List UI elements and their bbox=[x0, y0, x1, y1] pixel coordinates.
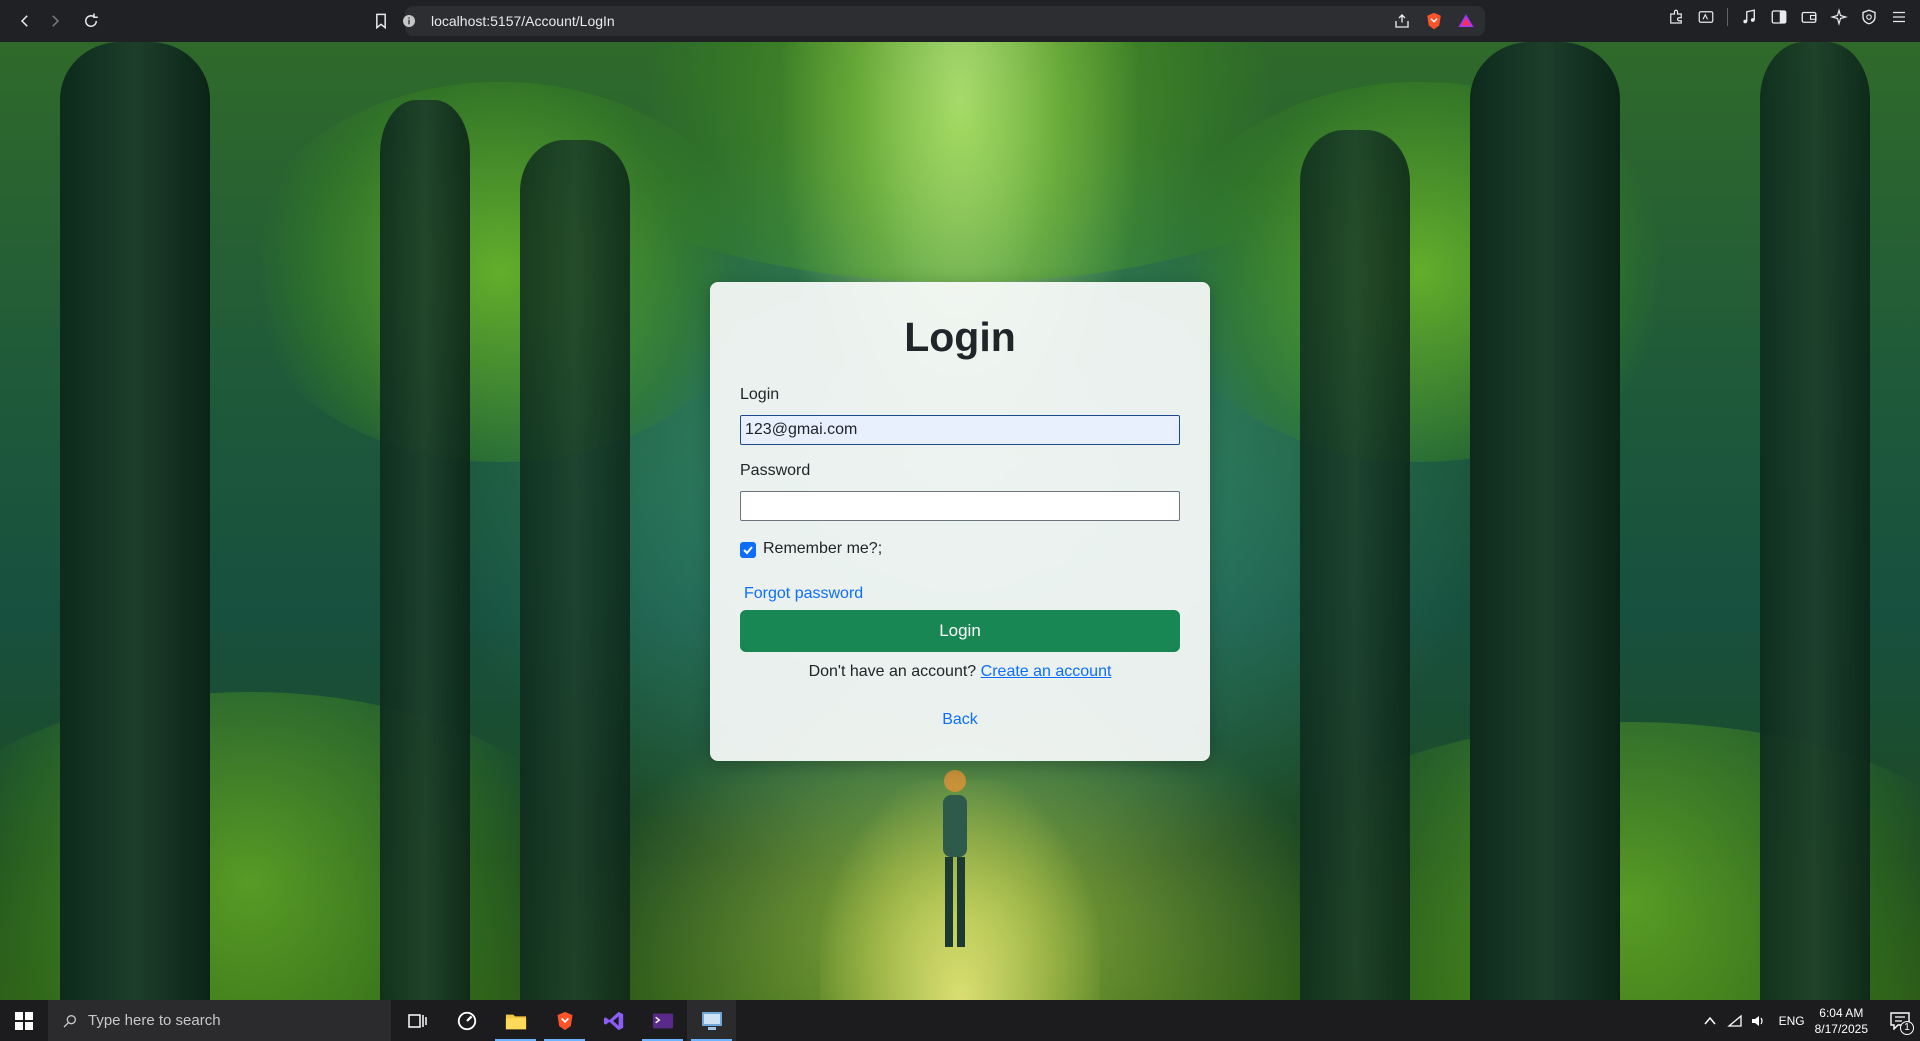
tree-trunk bbox=[1470, 42, 1620, 1000]
windows-taskbar: Type here to search ENG 6:04 AM 8/17/202… bbox=[0, 1000, 1920, 1041]
brave-browser-icon[interactable] bbox=[540, 1000, 589, 1041]
terminal-app-icon[interactable] bbox=[638, 1000, 687, 1041]
network-icon[interactable] bbox=[1726, 1014, 1743, 1028]
windows-start-icon[interactable] bbox=[0, 1000, 48, 1041]
back-arrow-icon[interactable] bbox=[10, 6, 40, 36]
search-placeholder: Type here to search bbox=[88, 1012, 221, 1029]
login-input[interactable] bbox=[740, 415, 1180, 445]
extensions-icon[interactable] bbox=[1667, 8, 1685, 26]
clock[interactable]: 6:04 AM 8/17/2025 bbox=[1815, 1005, 1868, 1037]
visual-studio-icon[interactable] bbox=[589, 1000, 638, 1041]
person-silhouette bbox=[943, 770, 967, 947]
taskbar-search[interactable]: Type here to search bbox=[48, 1000, 391, 1041]
reload-icon[interactable] bbox=[76, 6, 106, 36]
forest-background: Login Login Password Remember me?; Forgo… bbox=[0, 42, 1920, 1000]
brave-rewards-icon[interactable] bbox=[1457, 12, 1475, 30]
tree-trunk bbox=[520, 140, 630, 1000]
signup-row: Don't have an account? Create an account bbox=[710, 663, 1210, 681]
translate-icon[interactable] bbox=[1697, 8, 1715, 26]
search-icon bbox=[63, 1014, 76, 1027]
create-account-link[interactable]: Create an account bbox=[981, 663, 1112, 680]
page-title: Login bbox=[904, 314, 1016, 360]
login-card: Login Login Password Remember me?; Forgo… bbox=[710, 282, 1210, 761]
chevron-up-icon[interactable] bbox=[1703, 1014, 1717, 1028]
remember-checkbox[interactable] bbox=[740, 542, 756, 558]
clock-app-icon[interactable] bbox=[442, 1000, 491, 1041]
forgot-password-link[interactable]: Forgot password bbox=[744, 585, 863, 603]
login-button[interactable]: Login bbox=[740, 610, 1180, 652]
tree-trunk bbox=[1760, 42, 1870, 1000]
wallet-icon[interactable] bbox=[1800, 8, 1818, 26]
login-label: Login bbox=[740, 386, 780, 403]
checkmark-icon bbox=[743, 546, 753, 555]
back-link[interactable]: Back bbox=[710, 711, 1210, 729]
tree-trunk bbox=[1300, 130, 1410, 1000]
url-text: localhost:5157/Account/LogIn bbox=[431, 13, 615, 29]
menu-icon[interactable] bbox=[1890, 8, 1908, 26]
file-explorer-icon[interactable] bbox=[491, 1000, 540, 1041]
vpn-icon[interactable] bbox=[1860, 8, 1878, 26]
music-icon[interactable] bbox=[1740, 8, 1758, 26]
password-label: Password bbox=[740, 462, 811, 479]
address-bar[interactable]: localhost:5157/Account/LogIn bbox=[376, 6, 1485, 36]
password-input[interactable] bbox=[740, 491, 1180, 521]
system-tray: ENG 6:04 AM 8/17/2025 1 bbox=[1703, 1000, 1920, 1041]
task-view-icon[interactable] bbox=[393, 1000, 442, 1041]
notification-count-badge: 1 bbox=[1900, 1021, 1914, 1035]
leo-ai-icon[interactable] bbox=[1830, 8, 1848, 26]
sidebar-icon[interactable] bbox=[1770, 8, 1788, 26]
tree-trunk bbox=[60, 42, 210, 1000]
remote-desktop-icon[interactable] bbox=[687, 1000, 736, 1041]
notification-center-icon[interactable]: 1 bbox=[1880, 1000, 1920, 1041]
forward-arrow-icon[interactable] bbox=[40, 6, 70, 36]
language-indicator[interactable]: ENG bbox=[1779, 1014, 1805, 1028]
browser-toolbar: localhost:5157/Account/LogIn bbox=[0, 0, 1920, 42]
toolbar-divider bbox=[1727, 8, 1728, 26]
clock-date: 8/17/2025 bbox=[1814, 1021, 1868, 1036]
remember-label[interactable]: Remember me?; bbox=[763, 540, 882, 558]
signup-prompt: Don't have an account? bbox=[808, 663, 977, 680]
clock-time: 6:04 AM bbox=[1819, 1005, 1864, 1020]
share-icon[interactable] bbox=[1393, 12, 1411, 30]
site-info-icon[interactable] bbox=[401, 13, 417, 29]
brave-shields-icon[interactable] bbox=[1425, 11, 1443, 31]
volume-icon[interactable] bbox=[1751, 1014, 1767, 1028]
bookmark-icon[interactable] bbox=[371, 11, 391, 31]
tree-trunk bbox=[380, 100, 470, 1000]
